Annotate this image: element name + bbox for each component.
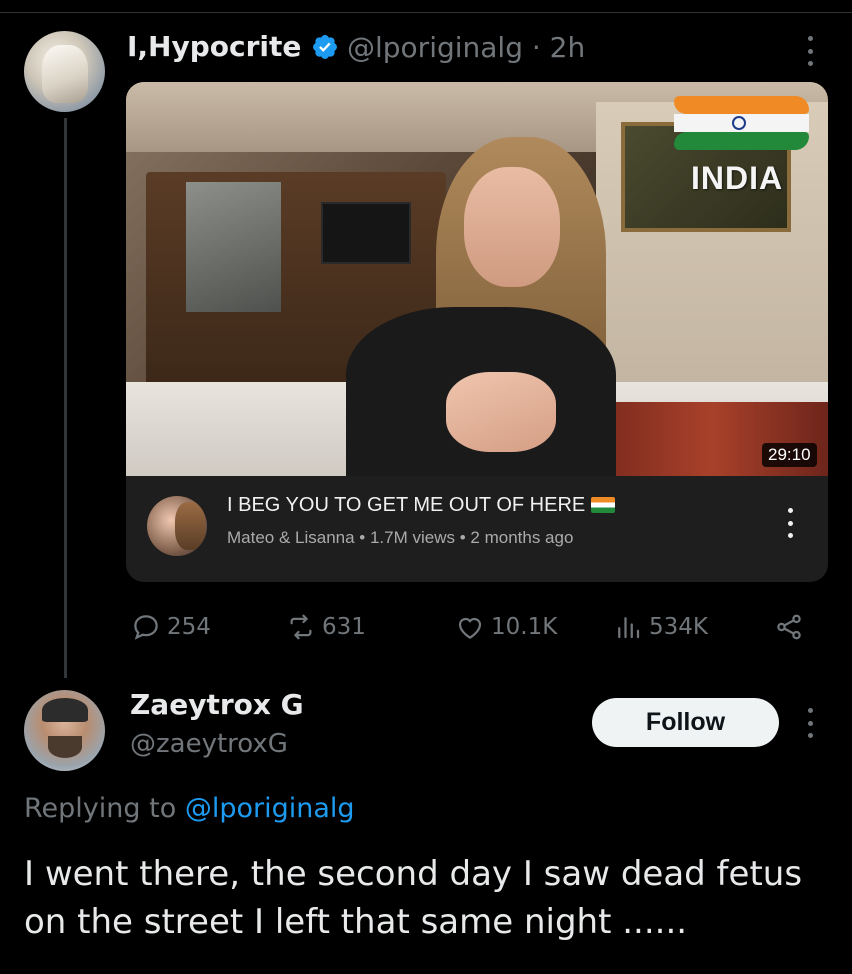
thumbnail-overlay-text: INDIA <box>691 160 784 196</box>
thumbnail-person <box>346 137 616 476</box>
reply-icon <box>134 615 158 640</box>
retweet-count: 631 <box>322 614 366 640</box>
reply-text: I went there, the second day I saw dead … <box>24 854 803 942</box>
thumbnail-mirror <box>186 182 281 312</box>
top-divider <box>0 12 852 13</box>
replying-to: Replying to @lporiginalg <box>24 793 355 824</box>
video-meta: Mateo & Lisanna • 1.7M views • 2 months … <box>227 528 574 547</box>
replying-to-mention[interactable]: @lporiginalg <box>185 793 355 824</box>
retweet-button[interactable]: 631 <box>286 610 366 644</box>
avatar-statue <box>42 45 88 103</box>
thread-line <box>64 118 67 678</box>
follow-button[interactable]: Follow <box>592 698 779 747</box>
reply-more-icon[interactable] <box>800 708 820 738</box>
channel-avatar[interactable] <box>147 496 207 556</box>
reply-button[interactable]: 254 <box>131 610 211 644</box>
views-count: 534K <box>649 614 708 640</box>
india-flag-icon <box>674 96 809 154</box>
verified-badge-icon <box>313 35 337 59</box>
video-thumbnail[interactable]: INDIA 29:10 <box>126 82 828 476</box>
like-count: 10.1K <box>491 614 558 640</box>
more-icon[interactable] <box>800 36 820 66</box>
retweet-icon <box>290 614 312 640</box>
video-card[interactable]: INDIA 29:10 I BEG YOU TO GET ME OUT OF H… <box>126 82 828 582</box>
reply-author-avatar[interactable] <box>24 690 105 771</box>
reply-author-handle[interactable]: @zaeytroxG <box>130 729 288 759</box>
share-button[interactable] <box>774 610 804 644</box>
video-more-icon[interactable] <box>786 508 794 538</box>
author-handle-time[interactable]: @lporiginalg · 2h <box>347 31 585 64</box>
like-button[interactable]: 10.1K <box>455 610 557 644</box>
heart-icon <box>458 617 482 639</box>
share-icon <box>777 614 801 640</box>
reply-count: 254 <box>167 614 211 640</box>
views-button[interactable]: 534K <box>613 610 708 644</box>
reply-author-name[interactable]: Zaeytrox G <box>130 688 304 721</box>
author-name[interactable]: I,Hypocrite <box>127 30 301 63</box>
video-title[interactable]: I BEG YOU TO GET ME OUT OF HERE <box>227 494 616 517</box>
views-icon <box>618 617 640 639</box>
video-duration: 29:10 <box>762 443 817 467</box>
author-avatar[interactable] <box>24 31 105 112</box>
india-flag-emoji-icon <box>591 497 616 513</box>
